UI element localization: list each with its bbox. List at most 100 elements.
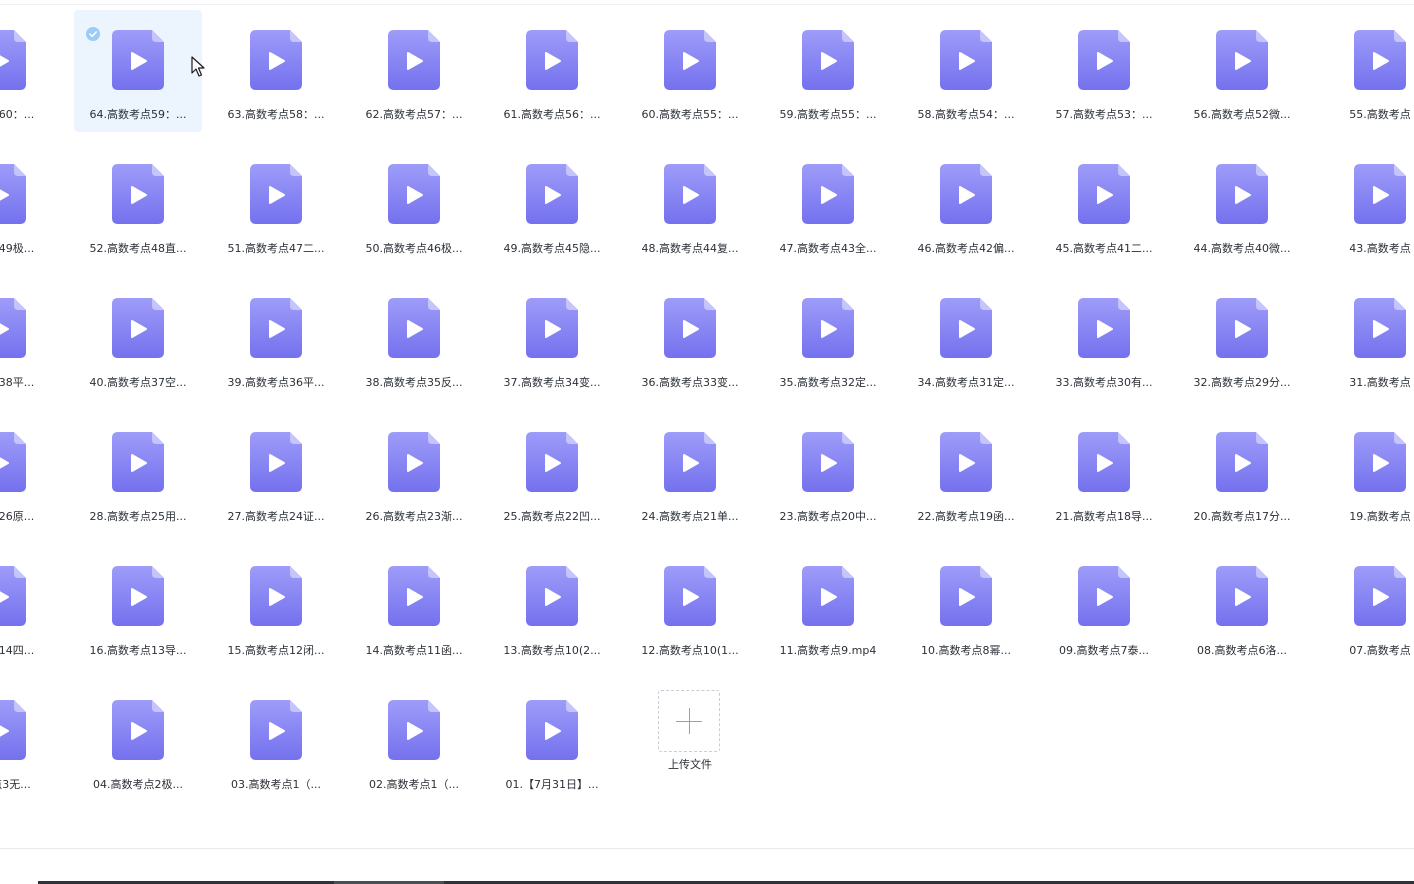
file-item[interactable]: 64.高数考点59：... <box>74 10 202 132</box>
file-name: 47.高数考点43全... <box>779 242 877 255</box>
file-name: 31.高数考点 <box>1349 376 1411 389</box>
file-item[interactable]: 07.高数考点 <box>1316 546 1414 668</box>
video-file-icon <box>802 30 854 90</box>
file-item[interactable]: 15.高数考点12闭... <box>212 546 340 668</box>
file-item[interactable]: 24.高数考点21单... <box>626 412 754 534</box>
video-file-icon <box>0 700 26 760</box>
file-item[interactable]: 55.高数考点 <box>1316 10 1414 132</box>
file-name: 28.高数考点25用... <box>89 510 187 523</box>
file-item[interactable]: 01.【7月31日】... <box>488 680 616 802</box>
file-item[interactable]: 49.高数考点45隐... <box>488 144 616 266</box>
file-name: 数考点14四... <box>0 644 35 657</box>
file-item[interactable]: 45.高数考点41二... <box>1040 144 1168 266</box>
file-name: 23.高数考点20中... <box>779 510 877 523</box>
file-item[interactable]: 56.高数考点52微... <box>1178 10 1306 132</box>
file-item[interactable]: 36.高数考点33变... <box>626 278 754 400</box>
file-item[interactable]: 数考点26原... <box>0 412 64 534</box>
video-file-icon <box>1354 432 1406 492</box>
file-item[interactable]: 09.高数考点7泰... <box>1040 546 1168 668</box>
file-item[interactable]: 14.高数考点11函... <box>350 546 478 668</box>
video-file-icon <box>112 298 164 358</box>
video-file-icon <box>526 298 578 358</box>
file-item[interactable]: 22.高数考点19函... <box>902 412 1030 534</box>
file-name: 26.高数考点23渐... <box>365 510 463 523</box>
file-item[interactable]: 57.高数考点53：... <box>1040 10 1168 132</box>
file-item[interactable]: 27.高数考点24证... <box>212 412 340 534</box>
video-file-icon <box>250 432 302 492</box>
file-item[interactable]: 63.高数考点58：... <box>212 10 340 132</box>
file-item[interactable]: 52.高数考点48直... <box>74 144 202 266</box>
file-item[interactable]: 31.高数考点 <box>1316 278 1414 400</box>
file-item[interactable]: 数考点3无... <box>0 680 64 802</box>
file-item[interactable]: 16.高数考点13导... <box>74 546 202 668</box>
upload-box[interactable] <box>658 690 720 752</box>
file-name: 22.高数考点19函... <box>917 510 1015 523</box>
file-name: 37.高数考点34变... <box>503 376 601 389</box>
file-item[interactable]: 48.高数考点44复... <box>626 144 754 266</box>
file-item[interactable]: 21.高数考点18导... <box>1040 412 1168 534</box>
file-item[interactable]: 60.高数考点55：... <box>626 10 754 132</box>
file-item[interactable]: 39.高数考点36平... <box>212 278 340 400</box>
file-item[interactable]: 11.高数考点9.mp4 <box>764 546 892 668</box>
file-name: 15.高数考点12闭... <box>227 644 325 657</box>
file-item[interactable]: 04.高数考点2极... <box>74 680 202 802</box>
file-item[interactable]: 38.高数考点35反... <box>350 278 478 400</box>
file-item[interactable]: 数考点38平... <box>0 278 64 400</box>
file-item[interactable]: 数考点60：... <box>0 10 64 132</box>
file-item[interactable]: 12.高数考点10(1... <box>626 546 754 668</box>
file-name: 10.高数考点8幂... <box>921 644 1011 657</box>
file-item[interactable]: 61.高数考点56：... <box>488 10 616 132</box>
file-name: 16.高数考点13导... <box>89 644 187 657</box>
file-item[interactable]: 20.高数考点17分... <box>1178 412 1306 534</box>
file-item[interactable]: 26.高数考点23渐... <box>350 412 478 534</box>
video-file-icon <box>388 30 440 90</box>
file-item[interactable]: 数考点14四... <box>0 546 64 668</box>
file-item[interactable]: 28.高数考点25用... <box>74 412 202 534</box>
file-item[interactable]: 46.高数考点42偏... <box>902 144 1030 266</box>
video-file-icon <box>664 432 716 492</box>
file-item[interactable]: 47.高数考点43全... <box>764 144 892 266</box>
file-item[interactable]: 62.高数考点57：... <box>350 10 478 132</box>
file-name: 14.高数考点11函... <box>365 644 463 657</box>
file-name: 38.高数考点35反... <box>365 376 463 389</box>
file-item[interactable]: 19.高数考点 <box>1316 412 1414 534</box>
file-item[interactable]: 33.高数考点30有... <box>1040 278 1168 400</box>
file-item[interactable]: 34.高数考点31定... <box>902 278 1030 400</box>
video-file-icon <box>1354 566 1406 626</box>
file-item[interactable]: 03.高数考点1（... <box>212 680 340 802</box>
file-name: 44.高数考点40微... <box>1193 242 1291 255</box>
file-name: 64.高数考点59：... <box>89 108 187 121</box>
file-item[interactable]: 32.高数考点29分... <box>1178 278 1306 400</box>
file-name: 57.高数考点53：... <box>1055 108 1153 121</box>
video-file-icon <box>940 298 992 358</box>
file-item[interactable]: 02.高数考点1（... <box>350 680 478 802</box>
file-item[interactable]: 40.高数考点37空... <box>74 278 202 400</box>
file-item[interactable]: 51.高数考点47二... <box>212 144 340 266</box>
file-item[interactable]: 数考点49极... <box>0 144 64 266</box>
file-name: 45.高数考点41二... <box>1055 242 1153 255</box>
mouse-cursor-icon <box>191 56 205 77</box>
file-item[interactable]: 35.高数考点32定... <box>764 278 892 400</box>
upload-file-button[interactable]: 上传文件 <box>626 682 754 804</box>
video-file-icon <box>1354 30 1406 90</box>
file-item[interactable]: 13.高数考点10(2... <box>488 546 616 668</box>
plus-icon-bar <box>676 721 702 722</box>
video-file-icon <box>940 566 992 626</box>
video-file-icon <box>250 164 302 224</box>
video-file-icon <box>664 298 716 358</box>
file-item[interactable]: 58.高数考点54：... <box>902 10 1030 132</box>
file-item[interactable]: 37.高数考点34变... <box>488 278 616 400</box>
file-name: 数考点60：... <box>0 108 35 121</box>
file-item[interactable]: 43.高数考点 <box>1316 144 1414 266</box>
file-item[interactable]: 23.高数考点20中... <box>764 412 892 534</box>
file-item[interactable]: 08.高数考点6洛... <box>1178 546 1306 668</box>
video-file-icon <box>388 566 440 626</box>
selected-check-icon[interactable] <box>86 27 100 41</box>
file-item[interactable]: 50.高数考点46极... <box>350 144 478 266</box>
file-item[interactable]: 44.高数考点40微... <box>1178 144 1306 266</box>
video-file-icon <box>112 30 164 90</box>
file-name: 52.高数考点48直... <box>89 242 187 255</box>
file-item[interactable]: 10.高数考点8幂... <box>902 546 1030 668</box>
file-item[interactable]: 25.高数考点22凹... <box>488 412 616 534</box>
file-item[interactable]: 59.高数考点55：... <box>764 10 892 132</box>
